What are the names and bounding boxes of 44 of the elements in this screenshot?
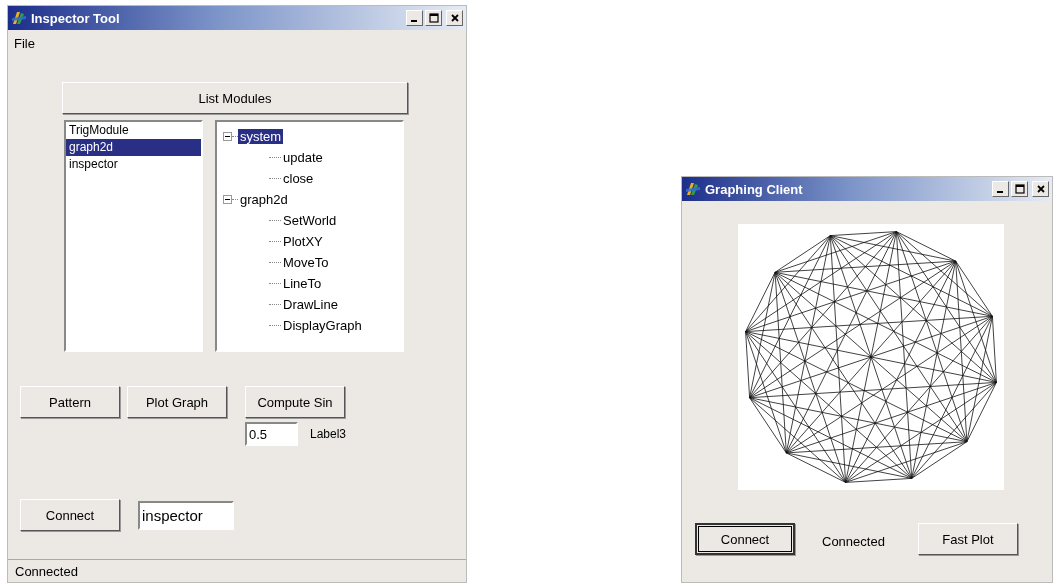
menu-item[interactable]: File: [14, 36, 35, 51]
list-item[interactable]: inspector: [66, 156, 201, 173]
minimize-icon: [996, 191, 1003, 193]
action-button[interactable]: Compute Sin: [245, 386, 345, 418]
fast-plot-button[interactable]: Fast Plot: [917, 523, 1018, 555]
minimize-icon: [410, 20, 417, 22]
close-icon: [1035, 184, 1046, 194]
list-item[interactable]: TrigModule: [66, 122, 201, 139]
input-field[interactable]: 0.5: [245, 422, 298, 446]
maximize-icon: [1014, 184, 1025, 194]
close-icon: [449, 13, 460, 23]
status-label: Connected: [822, 533, 885, 549]
close-button[interactable]: [446, 10, 463, 26]
collapse-icon[interactable]: [223, 132, 232, 141]
result-label: Label3: [310, 427, 347, 441]
list-modules-button[interactable]: List Modules: [62, 82, 408, 114]
input-field[interactable]: inspector: [138, 500, 234, 530]
minimize-button[interactable]: [992, 181, 1009, 197]
connect-button[interactable]: Connect: [20, 499, 120, 531]
minimize-button[interactable]: [406, 10, 423, 26]
maximize-button[interactable]: [425, 10, 442, 26]
tree-item[interactable]: close: [281, 171, 316, 186]
collapse-icon[interactable]: [223, 195, 232, 204]
tree-item[interactable]: system: [238, 129, 284, 144]
action-button[interactable]: Plot Graph: [127, 386, 227, 418]
action-button[interactable]: Pattern: [20, 386, 120, 418]
status-bar: Connected: [8, 559, 466, 582]
connect-button[interactable]: Connect: [695, 523, 795, 555]
tree-item[interactable]: LineTo: [281, 276, 324, 291]
window-title: Graphing Client: [705, 181, 803, 197]
maximize-button[interactable]: [1011, 181, 1028, 197]
maximize-icon: [428, 13, 439, 23]
tree-item[interactable]: PlotXY: [281, 234, 325, 249]
app-icon: [11, 10, 27, 26]
tree-item[interactable]: SetWorld: [281, 213, 339, 228]
tree-item[interactable]: DrawLine: [281, 297, 340, 312]
tree-item[interactable]: MoveTo: [281, 255, 331, 270]
list-item[interactable]: graph2d: [66, 139, 201, 156]
app-icon: [685, 181, 701, 197]
tree-item[interactable]: DisplayGraph: [281, 318, 364, 333]
tree-item[interactable]: update: [281, 150, 325, 165]
tree-item[interactable]: graph2d: [238, 192, 290, 207]
window-title: Inspector Tool: [31, 10, 120, 26]
close-button[interactable]: [1032, 181, 1049, 197]
